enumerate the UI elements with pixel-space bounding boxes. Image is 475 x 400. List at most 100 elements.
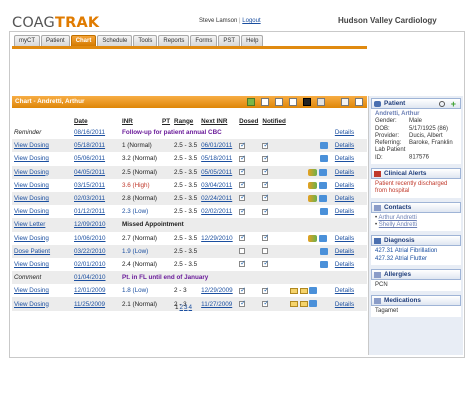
dosed-checkbox[interactable]: [239, 167, 246, 175]
dosed-checkbox[interactable]: [239, 207, 246, 215]
page-link[interactable]: 1: [175, 304, 179, 311]
document-icon[interactable]: [261, 98, 269, 106]
row-date[interactable]: 05/18/2011: [74, 142, 105, 149]
notified-checkbox[interactable]: [262, 167, 269, 175]
row-date[interactable]: 10/06/2010: [74, 235, 106, 242]
col-notified[interactable]: Notified: [260, 116, 287, 126]
dosed-checkbox[interactable]: [239, 259, 246, 268]
tab-help[interactable]: Help: [241, 35, 264, 46]
notified-checkbox[interactable]: [262, 193, 269, 202]
dosed-checkbox[interactable]: [239, 286, 246, 294]
edit-icon[interactable]: [318, 234, 327, 242]
edit-icon[interactable]: [318, 168, 327, 176]
envelope-icon[interactable]: [299, 300, 308, 307]
notified-checkbox[interactable]: [262, 180, 269, 189]
envelope-icon[interactable]: [299, 287, 308, 294]
tab-pst[interactable]: PST: [218, 35, 241, 46]
row-date[interactable]: 03/15/2011: [74, 182, 105, 189]
row-date[interactable]: 04/05/2011: [74, 169, 105, 176]
row-action-link[interactable]: View Dosing: [14, 169, 49, 176]
page-link[interactable]: 2: [180, 304, 184, 311]
pill-icon[interactable]: [307, 194, 317, 202]
row-next-inr[interactable]: 05/18/2011: [201, 155, 232, 162]
row-date[interactable]: 02/01/2010: [74, 261, 106, 268]
contact-item[interactable]: • Arthur Andretti: [375, 215, 457, 222]
letter-icon[interactable]: [289, 98, 297, 106]
row-next-inr[interactable]: 03/04/2011: [201, 182, 232, 189]
notified-checkbox[interactable]: [262, 286, 269, 294]
edit-icon[interactable]: [319, 260, 328, 268]
report-icon[interactable]: [317, 98, 325, 106]
tab-myct[interactable]: myCT: [14, 35, 40, 46]
export-icon[interactable]: [355, 98, 363, 106]
logout-link[interactable]: Logout: [242, 18, 260, 24]
add-icon[interactable]: +: [451, 100, 456, 109]
envelope-icon[interactable]: [289, 300, 298, 307]
dosed-checkbox[interactable]: [239, 154, 246, 162]
edit-icon[interactable]: [319, 155, 328, 163]
edit-icon[interactable]: [309, 287, 318, 295]
details-link[interactable]: Details: [335, 195, 354, 202]
flag-icon[interactable]: [303, 98, 311, 106]
row-date[interactable]: 03/22/2010: [74, 248, 106, 255]
dosed-checkbox[interactable]: [239, 193, 246, 202]
tab-schedule[interactable]: Schedule: [97, 35, 133, 46]
row-date[interactable]: 08/16/2011: [74, 129, 105, 136]
dosed-checkbox[interactable]: [239, 180, 246, 189]
col-dosed[interactable]: Dosed: [237, 116, 260, 126]
row-action-link[interactable]: View Dosing: [14, 155, 49, 162]
col-date[interactable]: Date: [72, 116, 120, 126]
row-action-link[interactable]: View Dosing: [14, 142, 49, 149]
col-range[interactable]: Range: [172, 116, 199, 126]
notified-checkbox[interactable]: [262, 259, 269, 268]
col-inr[interactable]: INR: [120, 116, 160, 126]
contact-item[interactable]: • Shelly Andretti: [375, 222, 457, 229]
row-next-inr[interactable]: 02/02/2011: [201, 208, 232, 215]
notified-checkbox[interactable]: [262, 248, 269, 255]
details-link[interactable]: Details: [335, 261, 354, 268]
row-date[interactable]: 05/06/2011: [74, 155, 105, 162]
notified-checkbox[interactable]: [262, 141, 269, 149]
row-action-link[interactable]: Dose Patient: [14, 248, 50, 255]
notified-checkbox[interactable]: [262, 154, 269, 162]
row-action-link[interactable]: View Letter: [14, 221, 45, 228]
print-icon[interactable]: [341, 98, 349, 106]
details-link[interactable]: Details: [335, 287, 354, 294]
edit-icon[interactable]: [319, 142, 328, 150]
add-dose-icon[interactable]: [247, 98, 255, 106]
page-link[interactable]: 3: [184, 304, 188, 311]
row-next-inr[interactable]: 02/24/2011: [201, 195, 232, 202]
edit-icon[interactable]: [319, 247, 328, 255]
row-next-inr[interactable]: 05/05/2011: [201, 169, 232, 176]
details-link[interactable]: Details: [335, 182, 354, 189]
pill-icon[interactable]: [307, 181, 317, 189]
row-date[interactable]: 12/01/2009: [74, 287, 106, 294]
tab-tools[interactable]: Tools: [133, 35, 158, 46]
row-action-link[interactable]: View Dosing: [14, 287, 49, 294]
details-link[interactable]: Details: [335, 235, 354, 242]
notified-checkbox[interactable]: [262, 207, 269, 215]
tab-reports[interactable]: Reports: [158, 35, 190, 46]
edit-icon[interactable]: [318, 194, 327, 202]
details-link[interactable]: Details: [335, 129, 354, 136]
tab-forms[interactable]: Forms: [190, 35, 218, 46]
row-date[interactable]: 01/04/2010: [74, 274, 106, 281]
details-link[interactable]: Details: [335, 155, 354, 162]
row-next-inr[interactable]: 12/29/2009: [201, 287, 233, 294]
row-action-link[interactable]: View Dosing: [14, 182, 49, 189]
search-icon[interactable]: [439, 101, 445, 107]
edit-icon[interactable]: [309, 300, 318, 308]
pill-icon[interactable]: [307, 168, 317, 176]
row-date[interactable]: 01/12/2011: [74, 208, 105, 215]
details-link[interactable]: Details: [335, 169, 354, 176]
edit-icon[interactable]: [319, 208, 328, 216]
row-next-inr[interactable]: 11/27/2009: [201, 301, 232, 308]
edit-icon[interactable]: [318, 181, 327, 189]
notified-checkbox[interactable]: [262, 299, 269, 307]
page-link[interactable]: 4: [189, 304, 193, 311]
row-action-link[interactable]: View Dosing: [14, 261, 49, 268]
col-next-inr[interactable]: Next INR: [199, 116, 237, 126]
row-action-link[interactable]: View Dosing: [14, 235, 49, 242]
row-action-link[interactable]: View Dosing: [14, 208, 49, 215]
row-date[interactable]: 12/09/2010: [74, 221, 106, 228]
